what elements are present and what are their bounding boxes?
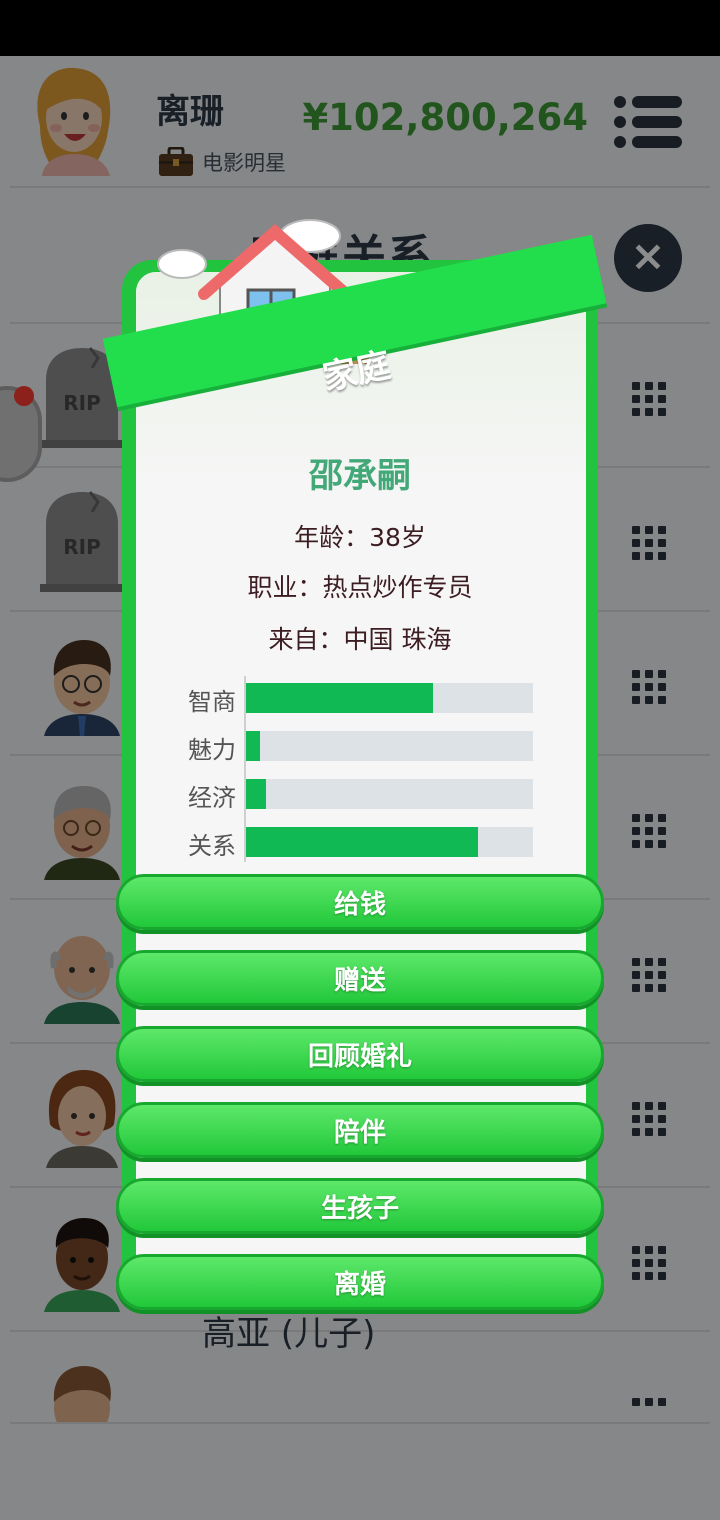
stat-fill [246, 683, 433, 713]
have-child-button[interactable]: 生孩子 [116, 1178, 604, 1234]
stat-bar-iq [246, 683, 533, 713]
gift-button[interactable]: 赠送 [116, 950, 604, 1006]
stat-bar-charm [246, 731, 533, 761]
job-label: 职业：热点炒作专员 [247, 573, 473, 602]
stat-bar-relationship [246, 827, 533, 857]
give-money-button[interactable]: 给钱 [116, 874, 604, 930]
person-name: 邵承嗣 [309, 456, 411, 496]
review-wedding-button[interactable]: 回顾婚礼 [116, 1026, 604, 1082]
divorce-button[interactable]: 离婚 [116, 1254, 604, 1310]
stat-fill [246, 827, 479, 857]
stat-label-iq: 智商 [188, 688, 236, 716]
stat-label-relationship: 关系 [188, 832, 236, 860]
age-label: 年龄：38岁 [294, 523, 426, 552]
stat-fill [246, 779, 267, 809]
origin-label: 来自：中国 珠海 [268, 625, 452, 654]
stat-label-economy: 经济 [188, 784, 236, 812]
status-bar [0, 0, 720, 56]
stat-bar-economy [246, 779, 533, 809]
stat-fill [246, 731, 261, 761]
accompany-button[interactable]: 陪伴 [116, 1102, 604, 1158]
stat-label-charm: 魅力 [188, 736, 236, 764]
